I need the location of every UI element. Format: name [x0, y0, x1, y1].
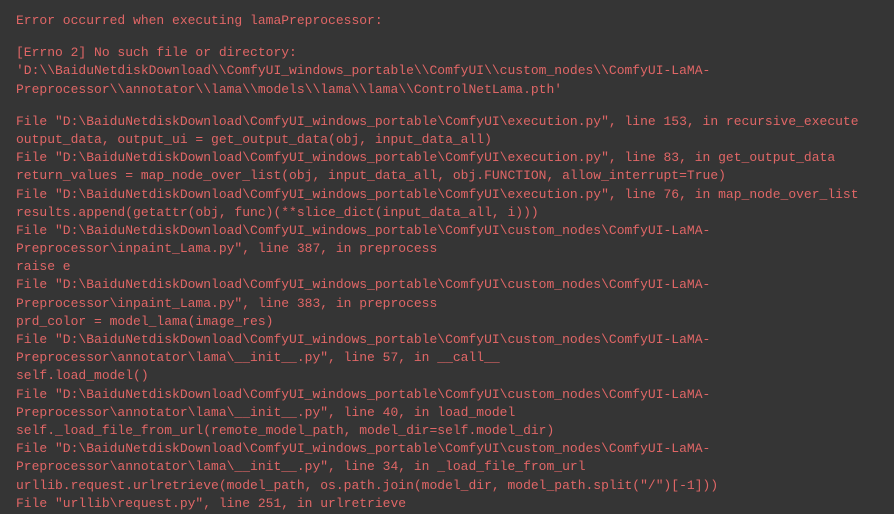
trace-line: self.load_model() — [16, 367, 878, 385]
trace-line: File "D:\BaiduNetdiskDownload\ComfyUI_wi… — [16, 186, 878, 204]
error-detail: [Errno 2] No such file or directory: 'D:… — [16, 44, 878, 99]
traceback: File "D:\BaiduNetdiskDownload\ComfyUI_wi… — [16, 113, 878, 513]
trace-line: File "D:\BaiduNetdiskDownload\ComfyUI_wi… — [16, 331, 878, 367]
error-errno: [Errno 2] No such file or directory: — [16, 45, 297, 60]
trace-line: File "D:\BaiduNetdiskDownload\ComfyUI_wi… — [16, 440, 878, 476]
trace-line: File "D:\BaiduNetdiskDownload\ComfyUI_wi… — [16, 113, 878, 131]
trace-line: File "urllib\request.py", line 251, in u… — [16, 495, 878, 513]
trace-line: output_data, output_ui = get_output_data… — [16, 131, 878, 149]
trace-line: File "D:\BaiduNetdiskDownload\ComfyUI_wi… — [16, 386, 878, 422]
trace-line: results.append(getattr(obj, func)(**slic… — [16, 204, 878, 222]
trace-line: urllib.request.urlretrieve(model_path, o… — [16, 477, 878, 495]
trace-line: prd_color = model_lama(image_res) — [16, 313, 878, 331]
error-path: 'D:\\BaiduNetdiskDownload\\ComfyUI_windo… — [16, 63, 710, 96]
trace-line: File "D:\BaiduNetdiskDownload\ComfyUI_wi… — [16, 276, 878, 312]
trace-line: File "D:\BaiduNetdiskDownload\ComfyUI_wi… — [16, 149, 878, 167]
error-title: Error occurred when executing lamaPrepro… — [16, 12, 878, 30]
trace-line: File "D:\BaiduNetdiskDownload\ComfyUI_wi… — [16, 222, 878, 258]
trace-line: return_values = map_node_over_list(obj, … — [16, 167, 878, 185]
trace-line: self._load_file_from_url(remote_model_pa… — [16, 422, 878, 440]
trace-line: raise e — [16, 258, 878, 276]
error-output: Error occurred when executing lamaPrepro… — [16, 12, 878, 513]
